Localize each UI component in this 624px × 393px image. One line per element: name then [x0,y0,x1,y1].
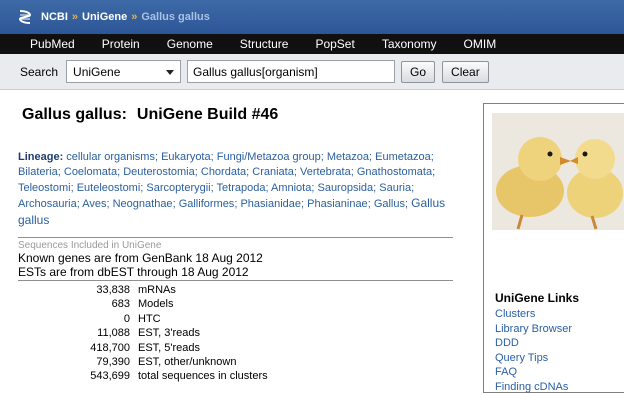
lineage-taxon-link[interactable]: Gallus [374,198,405,210]
lineage-taxon-link[interactable]: Eumetazoa [375,151,431,163]
sequence-count: 543,699 [90,370,130,383]
lineage-taxon-link[interactable]: Phasianinae [307,198,368,210]
nav-taxonomy[interactable]: Taxonomy [382,37,437,51]
link-finding-cdnas[interactable]: Finding cDNAs [495,380,579,393]
nav-genome[interactable]: Genome [167,37,213,51]
lineage-taxon-link[interactable]: Eukaryota [161,151,211,163]
table-row: 33,838 mRNAs [38,283,268,297]
lineage-taxon-link[interactable]: Gnathostomata [357,166,432,178]
lineage-taxon-link[interactable]: Bilateria [18,166,58,178]
nav-popset[interactable]: PopSet [315,37,354,51]
sequence-count: 79,390 [96,356,130,369]
nav-protein[interactable]: Protein [102,37,140,51]
nav-structure[interactable]: Structure [240,37,289,51]
breadcrumb-current: Gallus gallus [141,11,210,23]
lineage-taxon-link[interactable]: cellular organisms [66,151,155,163]
lineage-taxon-link[interactable]: Deuterostomia [123,166,195,178]
link-faq[interactable]: FAQ [495,365,579,380]
lineage-taxon-link[interactable]: Craniata [252,166,294,178]
search-bar: Search UniGene Go Clear [0,54,624,90]
lineage-taxon-link[interactable]: Euteleostomi [77,182,141,194]
breadcrumb-separator: » [71,11,79,23]
genes-source-note: Known genes are from GenBank 18 Aug 2012 [18,251,263,265]
sequence-count: 683 [111,298,130,311]
lineage-taxon-link[interactable]: Coelomata [64,166,117,178]
lineage-taxa: cellular organisms; Eukaryota; Fungi/Met… [18,151,435,210]
sequence-type: mRNAs [138,284,176,296]
search-label: Search [20,64,59,79]
table-row: 543,699 total sequences in clusters [38,369,268,383]
divider [18,280,453,281]
lineage-label: Lineage: [18,151,64,163]
lineage-taxon-link[interactable]: Archosauria [18,198,77,210]
lineage-taxon-link[interactable]: Tetrapoda [217,182,266,194]
lineage: Lineage: cellular organisms; Eukaryota; … [18,150,458,229]
link-ddd[interactable]: DDD [495,336,579,351]
lineage-taxon-link[interactable]: Sarcopterygii [146,182,210,194]
clear-button[interactable]: Clear [442,60,489,83]
lineage-taxon-link[interactable]: Sauria [379,182,411,194]
lineage-taxon-link[interactable]: Phasianidae [240,198,301,210]
ests-source-note: ESTs are from dbEST through 18 Aug 2012 [18,265,249,279]
sequences-section: Sequences Included in UniGene Known gene… [18,237,453,384]
sequence-type: EST, 3'reads [138,327,201,340]
link-query-tips[interactable]: Query Tips [495,351,579,366]
ncbi-header-bar: NCBI » UniGene » Gallus gallus [0,0,624,34]
sequence-type: HTC [138,312,161,325]
lineage-separator: ; [411,181,415,194]
page-title: Gallus gallus: UniGene Build #46 [22,106,278,124]
database-select[interactable]: UniGene [66,60,182,83]
table-row: 418,700 EST, 5'reads [38,341,268,355]
sequence-type: total sequences in clusters [138,370,268,383]
sequence-count: 11,088 [97,327,130,340]
ncbi-helix-icon[interactable] [18,9,32,25]
lineage-taxon-link[interactable]: Metazoa [327,151,369,163]
lineage-separator: ; [430,151,434,163]
breadcrumb-separator: » [131,11,138,23]
sequence-count: 418,700 [90,341,130,354]
lineage-taxon-link[interactable]: Teleostomi [18,182,71,194]
sequence-type: EST, 5'reads [138,341,201,354]
table-row: 0 HTC [38,312,268,326]
lineage-taxon-link[interactable]: Galliformes [179,198,235,210]
nav-pubmed[interactable]: PubMed [30,37,75,51]
link-library-browser[interactable]: Library Browser [495,322,579,337]
breadcrumb-unigene[interactable]: UniGene [82,11,127,23]
lineage-taxon-link[interactable]: Aves [82,198,106,210]
sequence-counts-table: 33,838 mRNAs 683 Models 0 HTC 11,088 EST, 3'… [38,283,268,384]
link-clusters[interactable]: Clusters [495,307,579,322]
lineage-separator: ; [432,166,436,179]
sequence-count: 33,838 [96,284,130,296]
lineage-taxon-link[interactable]: Fungi/Metazoa group [217,151,321,163]
sequence-type: EST, other/unknown [138,356,237,369]
database-select-value: UniGene [73,64,121,79]
table-row: 79,390 EST, other/unknown [38,355,268,369]
go-button[interactable]: Go [401,60,436,83]
lineage-taxon-link[interactable]: Amniota [271,182,311,194]
lineage-taxon-link[interactable]: Vertebrata [300,166,351,178]
unigene-links: UniGene Links Clusters Library Browser D… [495,291,579,393]
links-heading: UniGene Links [495,291,580,305]
table-row: 11,088 EST, 3'reads [38,326,268,340]
chevron-down-icon [166,70,175,75]
search-input[interactable] [187,60,396,83]
breadcrumb-ncbi[interactable]: NCBI [41,11,68,23]
nav-omim[interactable]: OMIM [464,37,497,51]
sequence-count: 0 [123,312,130,325]
sidebar: UniGene Links Clusters Library Browser D… [483,103,624,393]
page-title-build: UniGene Build #46 [136,106,279,123]
table-row: 683 Models [38,297,268,311]
lineage-taxon-link[interactable]: Neognathae [113,198,173,210]
sequence-type: Models [138,298,174,311]
page-title-organism: Gallus gallus: [22,106,127,123]
lineage-taxon-link[interactable]: Sauropsida [317,182,373,194]
database-nav: PubMed Protein Genome Structure PopSet T… [0,34,624,54]
sequences-heading: Sequences Included in UniGene [18,240,162,251]
lineage-taxon-link[interactable]: Chordata [201,166,246,178]
organism-photo [492,113,624,230]
